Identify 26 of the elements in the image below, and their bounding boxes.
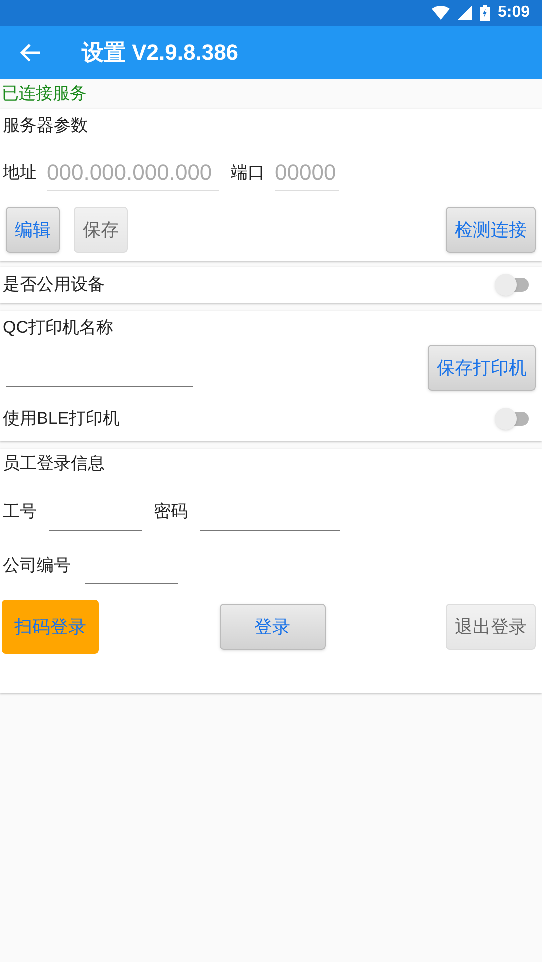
setting-label: 是否公用设备 bbox=[3, 274, 105, 296]
action-button[interactable]: 编辑 bbox=[6, 207, 60, 253]
field-label: 地址 bbox=[3, 162, 37, 184]
section-title: QC打印机名称 bbox=[3, 318, 114, 337]
field-label: 密码 bbox=[154, 501, 188, 523]
action-button[interactable]: 登录 bbox=[220, 604, 326, 650]
scan-login-button[interactable]: 扫码登录 bbox=[2, 600, 99, 654]
port-field[interactable]: 00000 bbox=[275, 155, 339, 191]
toggle-switch[interactable] bbox=[495, 274, 531, 296]
section-title: 员工登录信息 bbox=[3, 454, 105, 473]
action-button[interactable]: 保存打印机 bbox=[428, 345, 536, 391]
battery-icon bbox=[480, 5, 490, 21]
app-title: 设置 V2.9.8.386 bbox=[82, 39, 239, 67]
action-button[interactable]: 检测连接 bbox=[446, 207, 536, 253]
wifi-icon bbox=[432, 6, 450, 20]
field-label: 工号 bbox=[3, 501, 37, 523]
setting-label: 使用BLE打印机 bbox=[3, 408, 120, 430]
section-title: 服务器参数 bbox=[3, 116, 88, 135]
signal-icon bbox=[458, 6, 472, 20]
address-field[interactable]: 000.000.000.000 bbox=[47, 155, 219, 191]
back-icon[interactable] bbox=[20, 42, 42, 64]
connection-status: 已连接服务 bbox=[2, 83, 87, 106]
status-time: 5:09 bbox=[498, 3, 530, 23]
field-label: 端口 bbox=[231, 162, 265, 184]
toggle-switch[interactable] bbox=[495, 408, 531, 430]
field-label: 公司编号 bbox=[3, 554, 71, 576]
